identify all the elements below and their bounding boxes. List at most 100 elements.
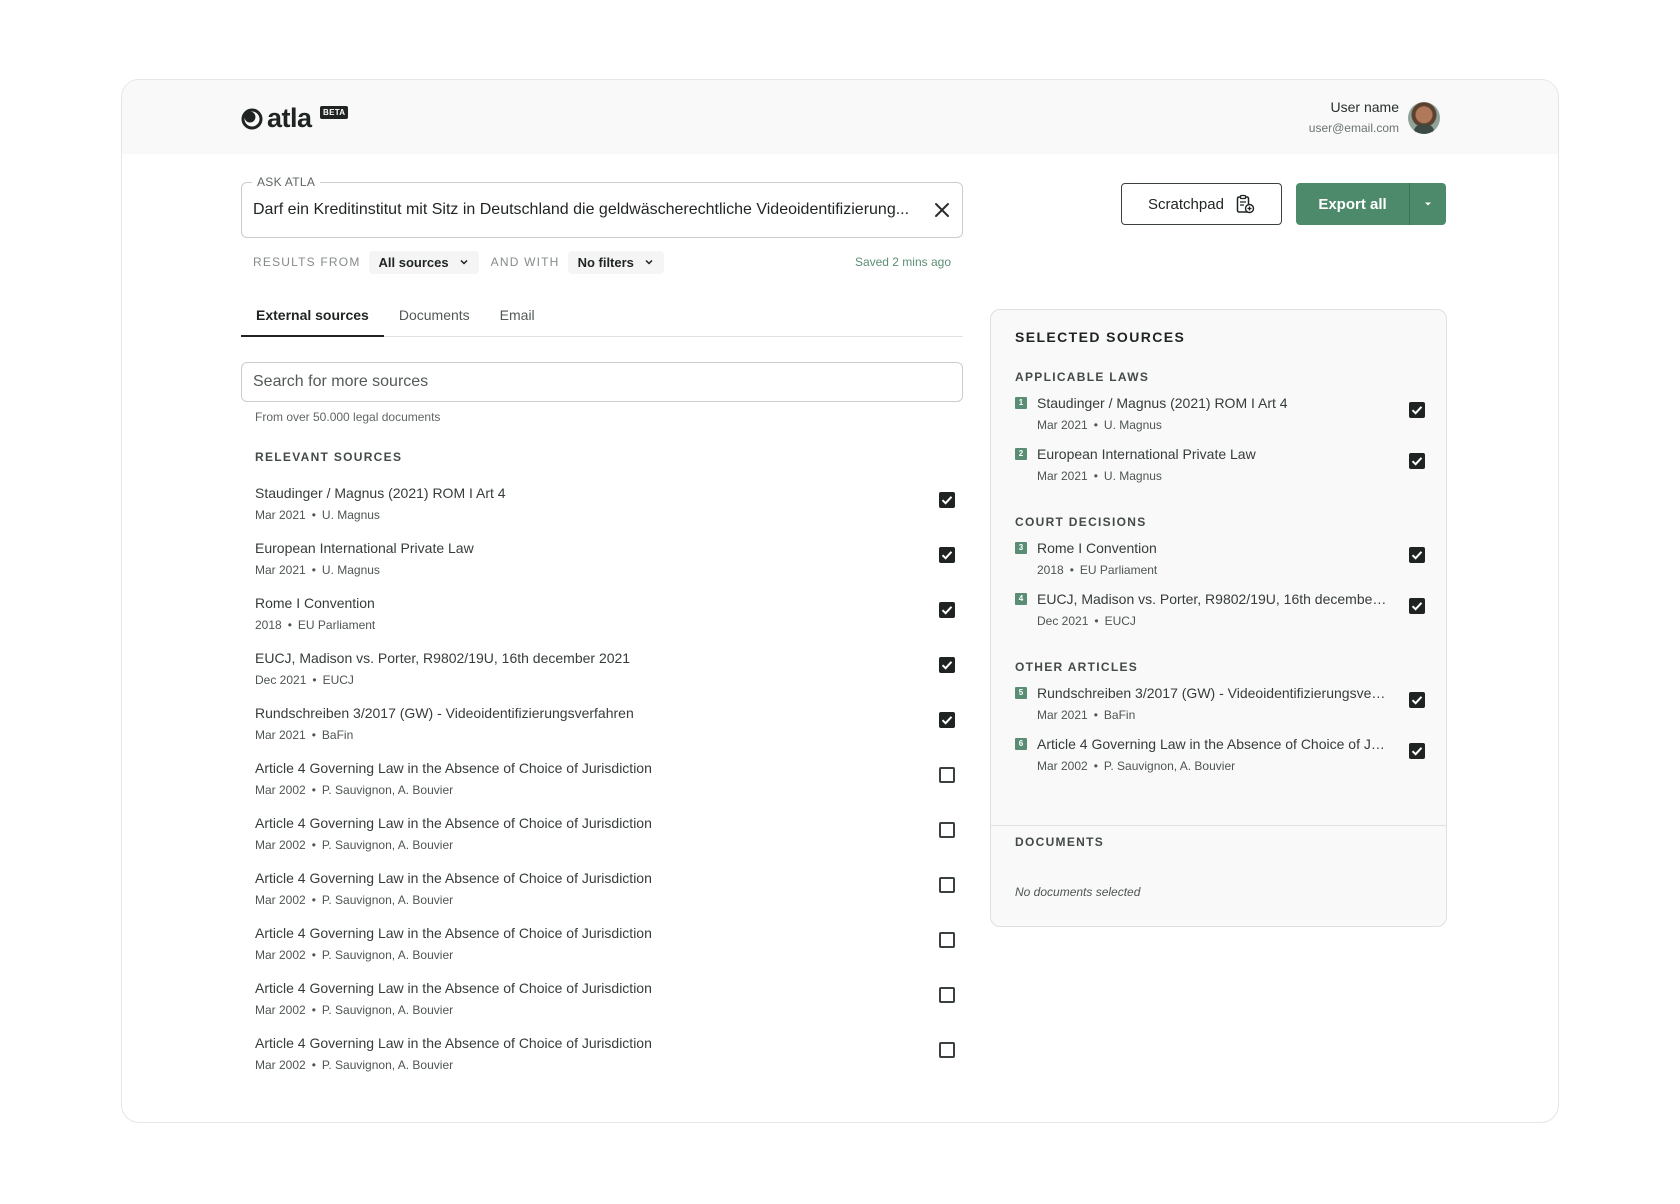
- selected-source-item[interactable]: 5 Rundschreiben 3/2017 (GW) - Videoidenti…: [1015, 684, 1425, 732]
- source-row[interactable]: Article 4 Governing Law in the Absence o…: [255, 924, 963, 979]
- separator-dot: •: [1094, 614, 1099, 628]
- scratchpad-button[interactable]: Scratchpad: [1121, 183, 1282, 225]
- source-checkbox[interactable]: [939, 932, 955, 948]
- source-meta: Mar 2002 • P. Sauvignon, A. Bouvier: [255, 837, 963, 853]
- source-checkbox[interactable]: [939, 822, 955, 838]
- source-date: Mar 2021: [255, 728, 306, 742]
- source-row[interactable]: Staudinger / Magnus (2021) ROM I Art 4 Ma…: [255, 484, 963, 539]
- separator-dot: •: [312, 673, 317, 687]
- source-date: Mar 2021: [1037, 708, 1088, 722]
- selected-source-title[interactable]: Article 4 Governing Law in the Absence o…: [1037, 735, 1387, 753]
- source-checkbox[interactable]: [939, 712, 955, 728]
- filters-value: No filters: [577, 254, 634, 270]
- source-row[interactable]: Rundschreiben 3/2017 (GW) - Videoidentif…: [255, 704, 963, 759]
- search-hint: From over 50.000 legal documents: [255, 410, 441, 424]
- export-all-button[interactable]: Export all: [1296, 183, 1446, 225]
- selected-source-title[interactable]: Staudinger / Magnus (2021) ROM I Art 4: [1037, 394, 1387, 412]
- chevron-down-icon: [460, 259, 468, 265]
- source-checkbox[interactable]: [939, 602, 955, 618]
- no-documents-message: No documents selected: [1015, 885, 1141, 899]
- source-checkbox[interactable]: [939, 657, 955, 673]
- check-icon: [941, 716, 953, 725]
- source-title[interactable]: European International Private Law: [255, 539, 963, 557]
- source-checkbox[interactable]: [939, 877, 955, 893]
- source-date: Mar 2021: [255, 563, 306, 577]
- documents-section-title: DOCUMENTS: [1015, 835, 1105, 849]
- source-row[interactable]: Article 4 Governing Law in the Absence o…: [255, 759, 963, 814]
- selected-source-checkbox[interactable]: [1409, 743, 1425, 759]
- results-from-select[interactable]: All sources: [368, 250, 479, 274]
- filters-select[interactable]: No filters: [567, 250, 664, 274]
- source-row[interactable]: Article 4 Governing Law in the Absence o…: [255, 1034, 963, 1089]
- relevant-sources-list: Staudinger / Magnus (2021) ROM I Art 4 Ma…: [255, 484, 963, 1089]
- source-date: Mar 2002: [255, 783, 306, 797]
- avatar[interactable]: [1408, 101, 1440, 134]
- selected-source-item[interactable]: 6 Article 4 Governing Law in the Absence …: [1015, 735, 1425, 783]
- source-title[interactable]: Rome I Convention: [255, 594, 963, 612]
- source-number-badge: 4: [1015, 593, 1027, 605]
- source-meta: Dec 2021 • EUCJ: [255, 672, 963, 688]
- source-author: BaFin: [321, 728, 354, 742]
- source-title[interactable]: Article 4 Governing Law in the Absence o…: [255, 869, 963, 887]
- selected-source-title[interactable]: EUCJ, Madison vs. Porter, R9802/19U, 16t…: [1037, 590, 1387, 608]
- source-row[interactable]: Rome I Convention 2018 • EU Parliament: [255, 594, 963, 649]
- source-author: EU Parliament: [1079, 563, 1158, 577]
- saved-status: Saved 2 mins ago: [854, 255, 951, 269]
- source-row[interactable]: EUCJ, Madison vs. Porter, R9802/19U, 16t…: [255, 649, 963, 704]
- selected-source-checkbox[interactable]: [1409, 547, 1425, 563]
- source-title[interactable]: EUCJ, Madison vs. Porter, R9802/19U, 16t…: [255, 649, 963, 667]
- source-row[interactable]: Article 4 Governing Law in the Absence o…: [255, 979, 963, 1034]
- search-sources-input[interactable]: [241, 362, 963, 402]
- user-menu[interactable]: User name user@email.com: [1309, 98, 1440, 137]
- source-title[interactable]: Article 4 Governing Law in the Absence o…: [255, 979, 963, 997]
- source-checkbox[interactable]: [939, 547, 955, 563]
- ask-atla-field[interactable]: ASK ATLA Darf ein Kreditinstitut mit Sit…: [241, 175, 963, 238]
- source-checkbox[interactable]: [939, 987, 955, 1003]
- selected-source-title[interactable]: European International Private Law: [1037, 445, 1387, 463]
- separator-dot: •: [311, 893, 316, 907]
- source-row[interactable]: Article 4 Governing Law in the Absence o…: [255, 814, 963, 869]
- source-title[interactable]: Article 4 Governing Law in the Absence o…: [255, 814, 963, 832]
- source-title[interactable]: Staudinger / Magnus (2021) ROM I Art 4: [255, 484, 963, 502]
- source-checkbox[interactable]: [939, 492, 955, 508]
- source-date: Mar 2002: [1037, 759, 1088, 773]
- and-with-label: AND WITH: [490, 255, 560, 269]
- source-checkbox[interactable]: [939, 1042, 955, 1058]
- selected-section-title: APPLICABLE LAWS: [1015, 370, 1150, 384]
- check-icon: [941, 606, 953, 615]
- source-title[interactable]: Article 4 Governing Law in the Absence o…: [255, 1034, 963, 1052]
- selected-source-item[interactable]: 2 European International Private Law Mar 2…: [1015, 445, 1425, 493]
- source-title[interactable]: Article 4 Governing Law in the Absence o…: [255, 924, 963, 942]
- source-author: P. Sauvignon, A. Bouvier: [321, 1003, 454, 1017]
- selected-source-title[interactable]: Rundschreiben 3/2017 (GW) - Videoidentif…: [1037, 684, 1387, 702]
- source-row[interactable]: Article 4 Governing Law in the Absence o…: [255, 869, 963, 924]
- tab-external-sources[interactable]: External sources: [241, 300, 384, 337]
- tab-email[interactable]: Email: [485, 300, 550, 337]
- selected-source-checkbox[interactable]: [1409, 692, 1425, 708]
- separator-dot: •: [311, 1058, 316, 1072]
- source-row[interactable]: European International Private Law Mar 20…: [255, 539, 963, 594]
- clear-icon[interactable]: [932, 200, 952, 220]
- source-date: 2018: [1037, 563, 1064, 577]
- selected-source-checkbox[interactable]: [1409, 453, 1425, 469]
- selected-source-title[interactable]: Rome I Convention: [1037, 539, 1387, 557]
- separator-dot: •: [311, 838, 316, 852]
- source-title[interactable]: Rundschreiben 3/2017 (GW) - Videoidentif…: [255, 704, 963, 722]
- separator-dot: •: [311, 783, 316, 797]
- tab-documents[interactable]: Documents: [384, 300, 485, 337]
- source-author: U. Magnus: [1103, 469, 1162, 483]
- source-checkbox[interactable]: [939, 767, 955, 783]
- selected-source-item[interactable]: 3 Rome I Convention 2018 • EU Parliament: [1015, 539, 1425, 587]
- export-options-button[interactable]: [1409, 183, 1446, 225]
- selected-source-item[interactable]: 1 Staudinger / Magnus (2021) ROM I Art 4 M…: [1015, 394, 1425, 442]
- atla-logo[interactable]: atla BETA: [240, 104, 349, 132]
- export-all-label[interactable]: Export all: [1296, 183, 1409, 225]
- chevron-down-icon: [645, 259, 653, 265]
- source-title[interactable]: Article 4 Governing Law in the Absence o…: [255, 759, 963, 777]
- selected-source-checkbox[interactable]: [1409, 598, 1425, 614]
- ask-atla-input[interactable]: Darf ein Kreditinstitut mit Sitz in Deut…: [253, 200, 928, 220]
- selected-source-checkbox[interactable]: [1409, 402, 1425, 418]
- selected-source-item[interactable]: 4 EUCJ, Madison vs. Porter, R9802/19U, 16…: [1015, 590, 1425, 638]
- selected-source-meta: 2018 • EU Parliament: [1037, 562, 1157, 578]
- source-author: P. Sauvignon, A. Bouvier: [321, 893, 454, 907]
